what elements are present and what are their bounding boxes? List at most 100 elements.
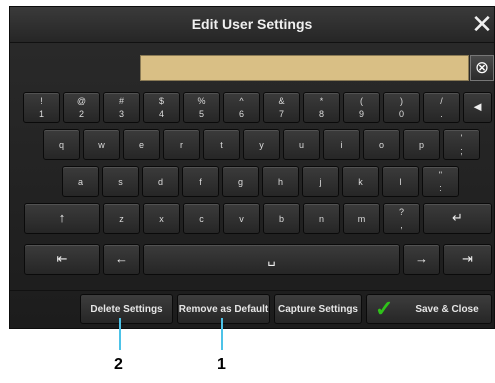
- key-u[interactable]: u: [283, 129, 320, 160]
- home-key-glyph: ⇤: [56, 251, 68, 266]
- key-4[interactable]: % 5: [183, 92, 220, 123]
- key-6-bottom: 7: [278, 109, 284, 119]
- key-8[interactable]: (9: [343, 92, 380, 123]
- right-arrow-key[interactable]: →: [403, 244, 440, 275]
- key-7[interactable]: * 8: [303, 92, 340, 123]
- key-r[interactable]: r: [163, 129, 200, 160]
- checkmark-icon: ✓: [375, 296, 394, 321]
- capture-settings-label: Capture Settings: [277, 304, 358, 315]
- key-a-label: a: [77, 177, 83, 187]
- delete-settings-button[interactable]: Delete Settings: [80, 294, 173, 324]
- key-t-label: t: [220, 140, 223, 150]
- key-colon-bottom: :: [439, 183, 442, 193]
- key-9[interactable]: ) 0: [383, 92, 420, 123]
- home-key[interactable]: ⇤: [24, 244, 100, 275]
- remove-as-default-button[interactable]: Remove as Default: [177, 294, 270, 324]
- key-m-label: m: [357, 214, 366, 224]
- key-question-top: ?: [398, 207, 404, 217]
- key-k[interactable]: k: [342, 166, 379, 197]
- key-x[interactable]: x: [143, 203, 180, 234]
- key-6-top: &: [278, 96, 285, 106]
- save-close-button[interactable]: ✓ Save & Close: [366, 294, 492, 324]
- end-key-glyph: ⇥: [462, 251, 473, 266]
- key-j[interactable]: j: [302, 166, 339, 197]
- key-n[interactable]: n: [303, 203, 340, 234]
- key-y[interactable]: y: [243, 129, 280, 160]
- shift-key[interactable]: ↑: [24, 203, 100, 234]
- key-8-top: (: [360, 96, 363, 106]
- key-3[interactable]: $4: [143, 92, 180, 123]
- key-10[interactable]: /.: [423, 92, 460, 123]
- shift-key-glyph: ↑: [58, 210, 66, 225]
- key-f[interactable]: f: [182, 166, 219, 197]
- callout-number-2: 2: [114, 356, 123, 373]
- key-x-label: x: [159, 214, 164, 224]
- key-n-label: n: [318, 214, 324, 224]
- clear-input-icon[interactable]: ⊗: [470, 55, 494, 81]
- key-4-top: %: [197, 96, 206, 106]
- key-colon-top: ": [438, 170, 443, 180]
- end-key[interactable]: ⇥: [443, 244, 492, 275]
- capture-settings-button[interactable]: Capture Settings: [274, 294, 362, 324]
- key-2-top: #: [118, 96, 124, 106]
- key-g-label: g: [237, 177, 243, 187]
- key-c[interactable]: c: [183, 203, 220, 234]
- key-3-top: $: [158, 96, 164, 106]
- delete-settings-label: Delete Settings: [90, 304, 163, 315]
- space-key-glyph: ␣: [267, 251, 276, 266]
- divider: [10, 290, 494, 291]
- key-2[interactable]: #3: [103, 92, 140, 123]
- key-g[interactable]: g: [222, 166, 259, 197]
- key-1-top: @: [76, 96, 87, 106]
- enter-key[interactable]: ↵: [423, 203, 492, 234]
- dialog-title: Edit User Settings: [191, 16, 313, 32]
- left-arrow-key-glyph: ←: [115, 251, 128, 266]
- key-0-top: !: [40, 96, 43, 106]
- key-4-bottom: 5: [198, 109, 204, 119]
- key-b[interactable]: b: [263, 203, 300, 234]
- key-w[interactable]: w: [83, 129, 120, 160]
- key-h[interactable]: h: [262, 166, 299, 197]
- key-q[interactable]: q: [43, 129, 80, 160]
- key-5[interactable]: ^ 6: [223, 92, 260, 123]
- key-c-label: c: [199, 214, 204, 224]
- key-l[interactable]: l: [382, 166, 419, 197]
- key-k-label: k: [358, 177, 363, 187]
- key-q-label: q: [58, 140, 64, 150]
- key-9-bottom: 0: [398, 109, 404, 119]
- settings-name-input[interactable]: [140, 55, 469, 81]
- key-6[interactable]: & 7: [263, 92, 300, 123]
- key-0[interactable]: ! 1: [23, 92, 60, 123]
- close-icon[interactable]: ✕: [470, 7, 494, 43]
- space-key[interactable]: ␣: [143, 244, 400, 275]
- key-colon[interactable]: ":: [422, 166, 459, 197]
- key-e[interactable]: e: [123, 129, 160, 160]
- key-o[interactable]: o: [363, 129, 400, 160]
- key-a[interactable]: a: [62, 166, 99, 197]
- key-1[interactable]: @2: [63, 92, 100, 123]
- left-arrow-key[interactable]: ←: [103, 244, 140, 275]
- key-i[interactable]: i: [323, 129, 360, 160]
- key-1-bottom: 2: [78, 109, 84, 119]
- key-7-top: *: [319, 96, 324, 106]
- key-p[interactable]: p: [403, 129, 440, 160]
- key-u-label: u: [298, 140, 304, 150]
- key-s[interactable]: s: [102, 166, 139, 197]
- title-bar: Edit User Settings ✕: [10, 7, 494, 43]
- backspace-key[interactable]: ◄: [463, 92, 492, 123]
- key-l-label: l: [399, 177, 402, 187]
- key-t[interactable]: t: [203, 129, 240, 160]
- key-z[interactable]: z: [103, 203, 140, 234]
- key-2-bottom: 3: [118, 109, 124, 119]
- key-o-label: o: [378, 140, 384, 150]
- key-7-bottom: 8: [318, 109, 324, 119]
- key-r-label: r: [180, 140, 183, 150]
- key-j-label: j: [319, 177, 322, 187]
- key-m[interactable]: m: [343, 203, 380, 234]
- key-d[interactable]: d: [142, 166, 179, 197]
- key-v[interactable]: v: [223, 203, 260, 234]
- key-semicolon[interactable]: ';: [443, 129, 480, 160]
- key-v-label: v: [239, 214, 244, 224]
- key-h-label: h: [277, 177, 283, 187]
- key-question[interactable]: ?,: [383, 203, 420, 234]
